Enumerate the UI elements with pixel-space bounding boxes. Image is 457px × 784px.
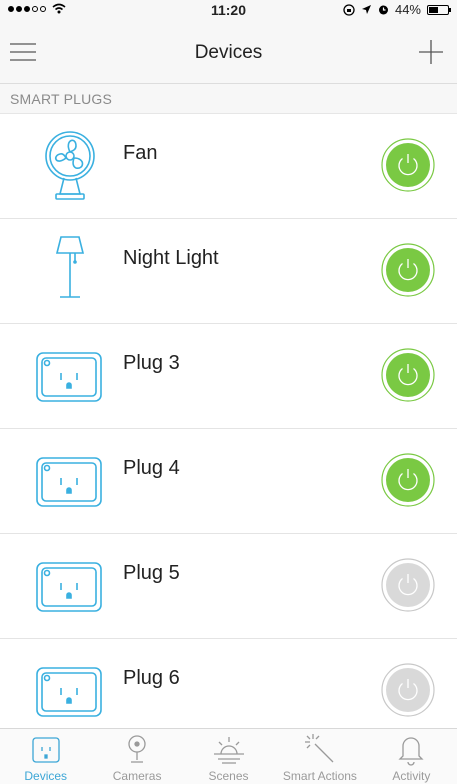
tab-label: Scenes [208,769,249,783]
plug-icon [32,737,60,763]
power-button-on[interactable] [381,348,435,402]
plug-icon [36,667,102,717]
device-row-plug-3[interactable]: Plug 3 [0,324,457,429]
plug-icon [36,352,102,402]
plug-icon [36,562,102,612]
page-title: Devices [194,42,263,63]
tab-cameras[interactable]: Cameras [91,729,182,784]
battery-icon [427,4,451,15]
lamp-icon [55,236,85,298]
power-button-on[interactable] [381,138,435,192]
tab-scenes[interactable]: Scenes [183,729,274,784]
magic-wand-icon [304,734,334,763]
tab-label: Activity [392,769,431,783]
nav-bar: Devices [0,20,457,84]
device-row-night-light[interactable]: Night Light [0,219,457,324]
rotation-lock-icon [343,3,355,16]
device-name: Plug 4 [123,457,180,479]
tab-bar: Devices Cameras Scenes Smart Actions Act… [0,728,457,784]
bell-icon [398,737,424,766]
power-button-off[interactable] [381,558,435,612]
device-name: Plug 5 [123,562,180,584]
tab-label: Devices [24,769,68,783]
device-name: Night Light [123,247,219,269]
plug-icon [36,457,102,507]
battery-percent: 44% [394,2,421,17]
tab-smart-actions[interactable]: Smart Actions [274,729,365,784]
tab-activity[interactable]: Activity [366,729,457,784]
device-name: Plug 3 [123,352,180,374]
location-arrow-icon [361,5,371,14]
section-header: SMART PLUGS [0,84,457,114]
power-button-on[interactable] [381,453,435,507]
sunrise-icon [213,737,244,764]
power-button-off[interactable] [381,663,435,717]
status-right: 44% [343,2,451,17]
device-name: Fan [123,142,158,164]
status-bar: 11:20 44% [0,0,457,20]
device-row-plug-4[interactable]: Plug 4 [0,429,457,534]
camera-icon [128,735,146,763]
tab-devices[interactable]: Devices [0,729,91,784]
add-icon[interactable] [417,38,445,66]
device-name: Plug 6 [123,667,180,689]
device-list: Fan Night Light Plug 3 Plug 4 Plug 5 Plu… [0,114,457,744]
device-row-fan[interactable]: Fan [0,114,457,219]
alarm-icon [378,5,388,15]
fan-icon [45,131,95,200]
tab-label: Cameras [112,769,162,783]
power-button-on[interactable] [381,243,435,297]
tab-label: Smart Actions [282,769,357,783]
device-row-plug-5[interactable]: Plug 5 [0,534,457,639]
